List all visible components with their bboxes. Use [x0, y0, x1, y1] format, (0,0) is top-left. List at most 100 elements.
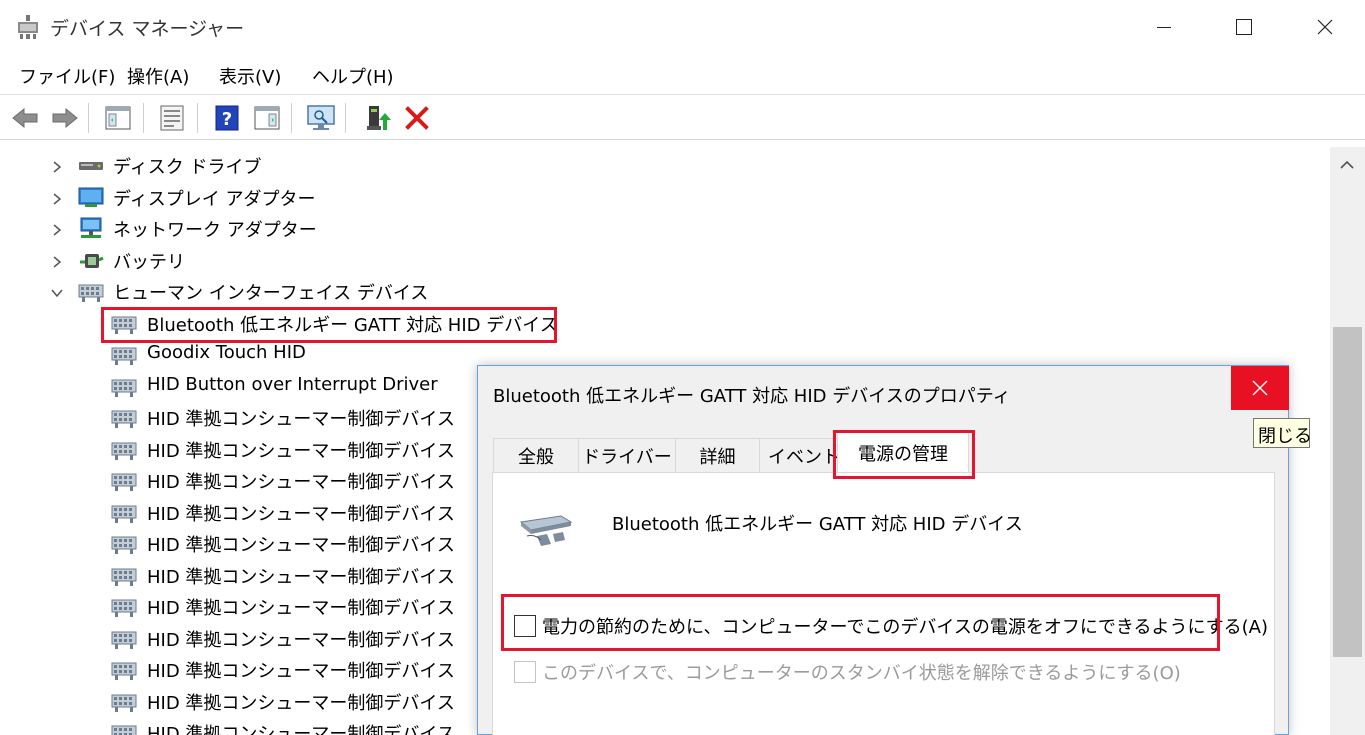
chevron-right-icon[interactable] [50, 253, 64, 268]
toolbar-separator [197, 103, 198, 133]
hid-device-icon [519, 515, 573, 546]
tree-category-label: ディスク ドライブ [113, 157, 262, 178]
maximize-icon [1236, 19, 1252, 35]
forward-button[interactable] [49, 103, 81, 133]
tree-device-label: HID 準拠コンシューマー制御デバイス [147, 692, 455, 714]
console-tree-button[interactable] [102, 103, 134, 133]
delete-x-icon [405, 106, 429, 130]
chevron-right-icon[interactable] [50, 221, 64, 236]
minimize-icon [1157, 27, 1171, 28]
toolbar: ? [0, 94, 1365, 140]
tree-device-label: HID 準拠コンシューマー制御デバイス [147, 409, 455, 430]
action-pane-icon [254, 106, 280, 130]
hid-device-icon [110, 594, 138, 618]
tree-category[interactable]: ヒューマン インターフェイス デバイス [0, 276, 600, 306]
hid-device-icon [110, 500, 138, 524]
properties-icon [160, 105, 184, 131]
toolbar-separator [143, 103, 144, 133]
help-button[interactable]: ? [211, 103, 243, 133]
toolbar-separator [88, 103, 89, 133]
console-tree-icon [105, 106, 131, 130]
hid-device-icon [110, 563, 138, 587]
forward-arrow-icon [52, 107, 78, 129]
toolbar-separator [345, 103, 346, 133]
scrollbar-thumb[interactable] [1333, 327, 1362, 657]
tree-device-label: HID 準拠コンシューマー制御デバイス [147, 724, 455, 735]
tree-device-label: HID 準拠コンシューマー制御デバイス [147, 661, 455, 682]
hid-device-icon [110, 720, 138, 735]
tree-category[interactable]: ディスプレイ アダプター [0, 182, 600, 212]
minimize-button[interactable] [1124, 0, 1204, 54]
tab-general[interactable]: 全般 [493, 438, 579, 472]
toolbar-separator [291, 103, 292, 133]
allow-wake-label: このデバイスで、コンピューターのスタンバイ状態を解除できるようにする(O) [542, 663, 1181, 684]
close-icon [1317, 19, 1333, 35]
tab-driver[interactable]: ドライバー [578, 438, 676, 472]
display-adapter-icon [77, 185, 105, 209]
tree-category-label: ディスプレイ アダプター [113, 188, 316, 210]
uninstall-device-button[interactable] [401, 103, 433, 133]
hid-device-icon [110, 374, 138, 398]
scan-hardware-button[interactable] [305, 103, 337, 133]
properties-button[interactable] [156, 103, 188, 133]
network-adapter-icon [77, 216, 105, 240]
hid-device-icon [110, 657, 138, 681]
device-name: Bluetooth 低エネルギー GATT 対応 HID デバイス [612, 514, 1023, 535]
tree-device-label: HID 準拠コンシューマー制御デバイス [147, 503, 455, 525]
tree-category[interactable]: ディスク ドライブ [0, 150, 600, 180]
tree-category[interactable]: ネットワーク アダプター [0, 213, 600, 243]
scroll-up-arrow-icon[interactable] [1339, 157, 1355, 173]
chevron-right-icon[interactable] [50, 190, 64, 205]
device-manager-window: デバイス マネージャー ファイル(F) 操作(A) 表示(V) ヘルプ(H) ?… [0, 0, 1365, 735]
chevron-down-icon[interactable] [50, 284, 64, 298]
update-driver-icon [367, 106, 391, 130]
window-title: デバイス マネージャー [50, 18, 245, 40]
close-window-button[interactable] [1285, 0, 1365, 54]
vertical-scrollbar[interactable] [1330, 147, 1365, 735]
tree-device-label: HID 準拠コンシューマー制御デバイス [147, 440, 455, 462]
tree-category-label: ヒューマン インターフェイス デバイス [113, 283, 429, 304]
properties-dialog: Bluetooth 低エネルギー GATT 対応 HID デバイスのプロパティ … [477, 365, 1289, 735]
tree-device-label: HID Button over Interrupt Driver [147, 373, 438, 395]
highlight-power-off-option [501, 594, 1220, 651]
highlight-selected-device [101, 307, 557, 343]
allow-wake-checkbox [514, 661, 536, 683]
hid-device-icon [110, 531, 138, 555]
hid-device-icon [110, 405, 138, 429]
device-manager-icon [18, 15, 38, 39]
title-bar: デバイス マネージャー [0, 0, 1365, 54]
hid-device-icon [110, 437, 138, 461]
maximize-button[interactable] [1204, 0, 1284, 54]
highlight-power-tab [833, 430, 975, 479]
tree-device-label: HID 準拠コンシューマー制御デバイス [147, 598, 455, 619]
hid-icon [77, 279, 105, 303]
tree-category-label: バッテリ [113, 251, 185, 273]
menu-view[interactable]: 表示(V) [219, 63, 281, 89]
tab-details[interactable]: 詳細 [675, 438, 760, 472]
help-icon: ? [215, 105, 239, 131]
tree-device-label: HID 準拠コンシューマー制御デバイス [147, 472, 455, 493]
menu-file[interactable]: ファイル(F) [19, 63, 115, 89]
hid-device-icon [110, 689, 138, 713]
close-tooltip: 閉じる [1253, 418, 1312, 448]
update-driver-button[interactable] [362, 103, 394, 133]
menu-action[interactable]: 操作(A) [127, 63, 189, 89]
tree-category[interactable]: バッテリ [0, 245, 600, 275]
dialog-title: Bluetooth 低エネルギー GATT 対応 HID デバイスのプロパティ [493, 386, 1011, 407]
battery-icon [77, 248, 105, 272]
hid-device-icon [110, 626, 138, 650]
tree-device-label: HID 準拠コンシューマー制御デバイス [147, 629, 455, 651]
back-arrow-icon [12, 107, 38, 129]
hid-device-icon [110, 342, 138, 366]
menu-help[interactable]: ヘルプ(H) [312, 63, 394, 89]
dialog-close-button[interactable] [1231, 366, 1289, 410]
action-pane-button[interactable] [251, 103, 283, 133]
close-icon [1252, 380, 1268, 396]
back-button[interactable] [9, 103, 41, 133]
chevron-right-icon[interactable] [50, 158, 64, 173]
tree-device-label: Goodix Touch HID [147, 342, 306, 363]
disk-drive-icon [77, 153, 105, 177]
hid-device-icon [110, 468, 138, 492]
menu-bar: ファイル(F) 操作(A) 表示(V) ヘルプ(H) [0, 58, 1365, 92]
tree-device-label: HID 準拠コンシューマー制御デバイス [147, 566, 455, 588]
